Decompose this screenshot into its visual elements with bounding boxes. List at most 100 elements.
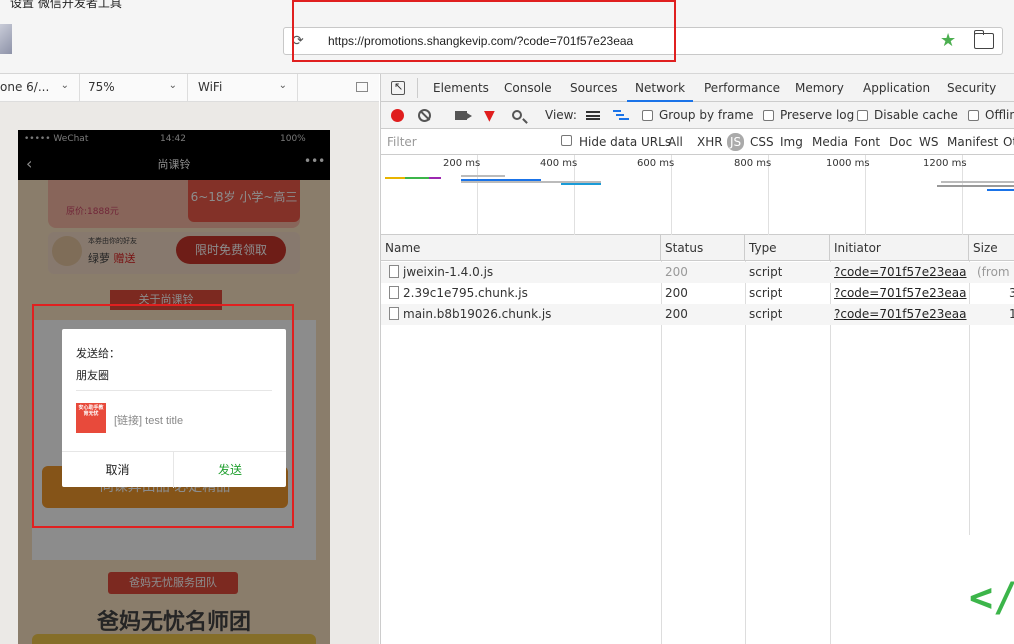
filter-all[interactable]: All (668, 135, 683, 149)
filter-img[interactable]: Img (780, 135, 803, 149)
timeline-bar (561, 183, 601, 185)
device-select[interactable]: one 6/... ⌄ (0, 74, 80, 102)
tab-security[interactable]: Security (947, 81, 996, 95)
filter-ws[interactable]: WS (919, 135, 938, 149)
row-size: 3 (1009, 286, 1014, 300)
star-icon[interactable]: ★ (940, 30, 956, 51)
hide-data-urls-checkbox[interactable] (561, 135, 572, 146)
timeline-bar (941, 181, 1014, 183)
row-size: (from d (977, 265, 1014, 279)
group-by-frame-checkbox[interactable] (642, 110, 653, 121)
filter-css[interactable]: CSS (750, 135, 774, 149)
tab-sources[interactable]: Sources (570, 81, 617, 95)
filter-xhr[interactable]: XHR (697, 135, 723, 149)
network-table: Name Status Type Initiator Size jweixin-… (381, 235, 1014, 644)
timeline-bar (461, 175, 505, 177)
timeline-bar (405, 177, 429, 179)
avatar[interactable] (0, 24, 12, 54)
row-status: 200 (665, 265, 688, 279)
tab-network[interactable]: Network (626, 81, 694, 102)
timeline-label: 400 ms (540, 158, 578, 169)
row-status: 200 (665, 307, 688, 321)
timeline-label: 600 ms (637, 158, 675, 169)
row-name: main.b8b19026.chunk.js (403, 307, 552, 321)
row-initiator[interactable]: ?code=701f57e23eaa (834, 265, 967, 279)
disable-cache-checkbox[interactable] (857, 110, 868, 121)
file-icon (389, 307, 399, 320)
table-row[interactable]: jweixin-1.4.0.js 200 script ?code=701f57… (381, 262, 1014, 283)
row-type: script (749, 307, 783, 321)
column-name[interactable]: Name (381, 235, 661, 261)
file-icon (389, 286, 399, 299)
filter-manifest[interactable]: Manifest (947, 135, 998, 149)
row-name: 2.39c1e795.chunk.js (403, 286, 528, 300)
inspect-icon[interactable] (391, 80, 405, 95)
table-row[interactable]: main.b8b19026.chunk.js 200 script ?code=… (381, 304, 1014, 325)
waterfall-icon[interactable] (613, 110, 629, 120)
column-type[interactable]: Type (745, 235, 830, 261)
row-initiator[interactable]: ?code=701f57e23eaa (834, 286, 967, 300)
zoom-select[interactable]: 75% ⌄ (80, 74, 188, 102)
group-by-frame-label: Group by frame (659, 108, 754, 122)
filter-js[interactable]: JS (727, 133, 745, 151)
network-select-value: WiFi (198, 80, 223, 94)
filter-input[interactable]: Filter (387, 135, 417, 149)
row-initiator[interactable]: ?code=701f57e23eaa (834, 307, 967, 321)
devtools-tabs: Elements Console Sources Network Perform… (381, 74, 1014, 102)
window-title: 设置 微信开发者工具 (10, 0, 122, 10)
tab-memory[interactable]: Memory (795, 81, 844, 95)
table-row[interactable]: 2.39c1e795.chunk.js 200 script ?code=701… (381, 283, 1014, 304)
network-select[interactable]: WiFi ⌄ (188, 74, 298, 102)
timeline-label: 1200 ms (923, 158, 967, 169)
highlight-box-url (292, 0, 676, 62)
timeline-label: 200 ms (443, 158, 481, 169)
tab-elements[interactable]: Elements (433, 81, 489, 95)
column-size[interactable]: Size (969, 235, 1014, 261)
timeline-bar (987, 189, 1014, 191)
clear-icon[interactable] (418, 109, 431, 122)
row-status: 200 (665, 286, 688, 300)
chevron-down-icon: ⌄ (168, 80, 177, 91)
filter-font[interactable]: Font (854, 135, 880, 149)
record-icon[interactable] (391, 109, 404, 122)
filter-doc[interactable]: Doc (889, 135, 912, 149)
filter-media[interactable]: Media (812, 135, 848, 149)
row-size: 1 (1009, 307, 1014, 321)
chevron-down-icon: ⌄ (60, 80, 69, 91)
simulator-toolbar: one 6/... ⌄ 75% ⌄ WiFi ⌄ (0, 74, 379, 102)
offline-label: Offlin (985, 108, 1014, 122)
file-icon (389, 265, 399, 278)
list-view-icon[interactable] (586, 111, 600, 120)
preserve-log-checkbox[interactable] (763, 110, 774, 121)
tab-console[interactable]: Console (504, 81, 552, 95)
camera-icon[interactable] (455, 111, 472, 120)
offline-checkbox[interactable] (968, 110, 979, 121)
chevron-down-icon: ⌄ (278, 80, 287, 91)
device-select-value: one 6/... (0, 80, 50, 94)
timeline-bar (429, 177, 441, 179)
disable-cache-label: Disable cache (874, 108, 958, 122)
divider (417, 78, 418, 98)
tab-performance[interactable]: Performance (704, 81, 780, 95)
timeline-label: 800 ms (734, 158, 772, 169)
filter-bar: Filter Hide data URLs All XHR JS CSS Img… (381, 129, 1014, 155)
tab-application[interactable]: Application (863, 81, 930, 95)
column-status[interactable]: Status (661, 235, 745, 261)
preserve-log-label: Preserve log (780, 108, 855, 122)
column-initiator[interactable]: Initiator (830, 235, 969, 261)
search-icon[interactable] (512, 110, 522, 120)
filter-icon[interactable]: ▼ (484, 108, 495, 124)
row-type: script (749, 265, 783, 279)
network-toolbar: ▼ View: Group by frame Preserve log Disa… (381, 102, 1014, 129)
highlight-box-dialog (32, 304, 294, 528)
hide-data-urls-label: Hide data URLs (579, 135, 672, 149)
filter-other[interactable]: Ot (1003, 135, 1014, 149)
logo-icon: </ (969, 575, 1014, 621)
popout-icon[interactable] (356, 82, 368, 92)
devtools-panel: Elements Console Sources Network Perform… (380, 74, 1014, 644)
row-type: script (749, 286, 783, 300)
zoom-select-value: 75% (88, 80, 115, 94)
network-timeline: 200 ms 400 ms 600 ms 800 ms 1000 ms 1200… (381, 155, 1014, 235)
timeline-bar (385, 177, 405, 179)
folder-icon[interactable] (974, 30, 994, 49)
